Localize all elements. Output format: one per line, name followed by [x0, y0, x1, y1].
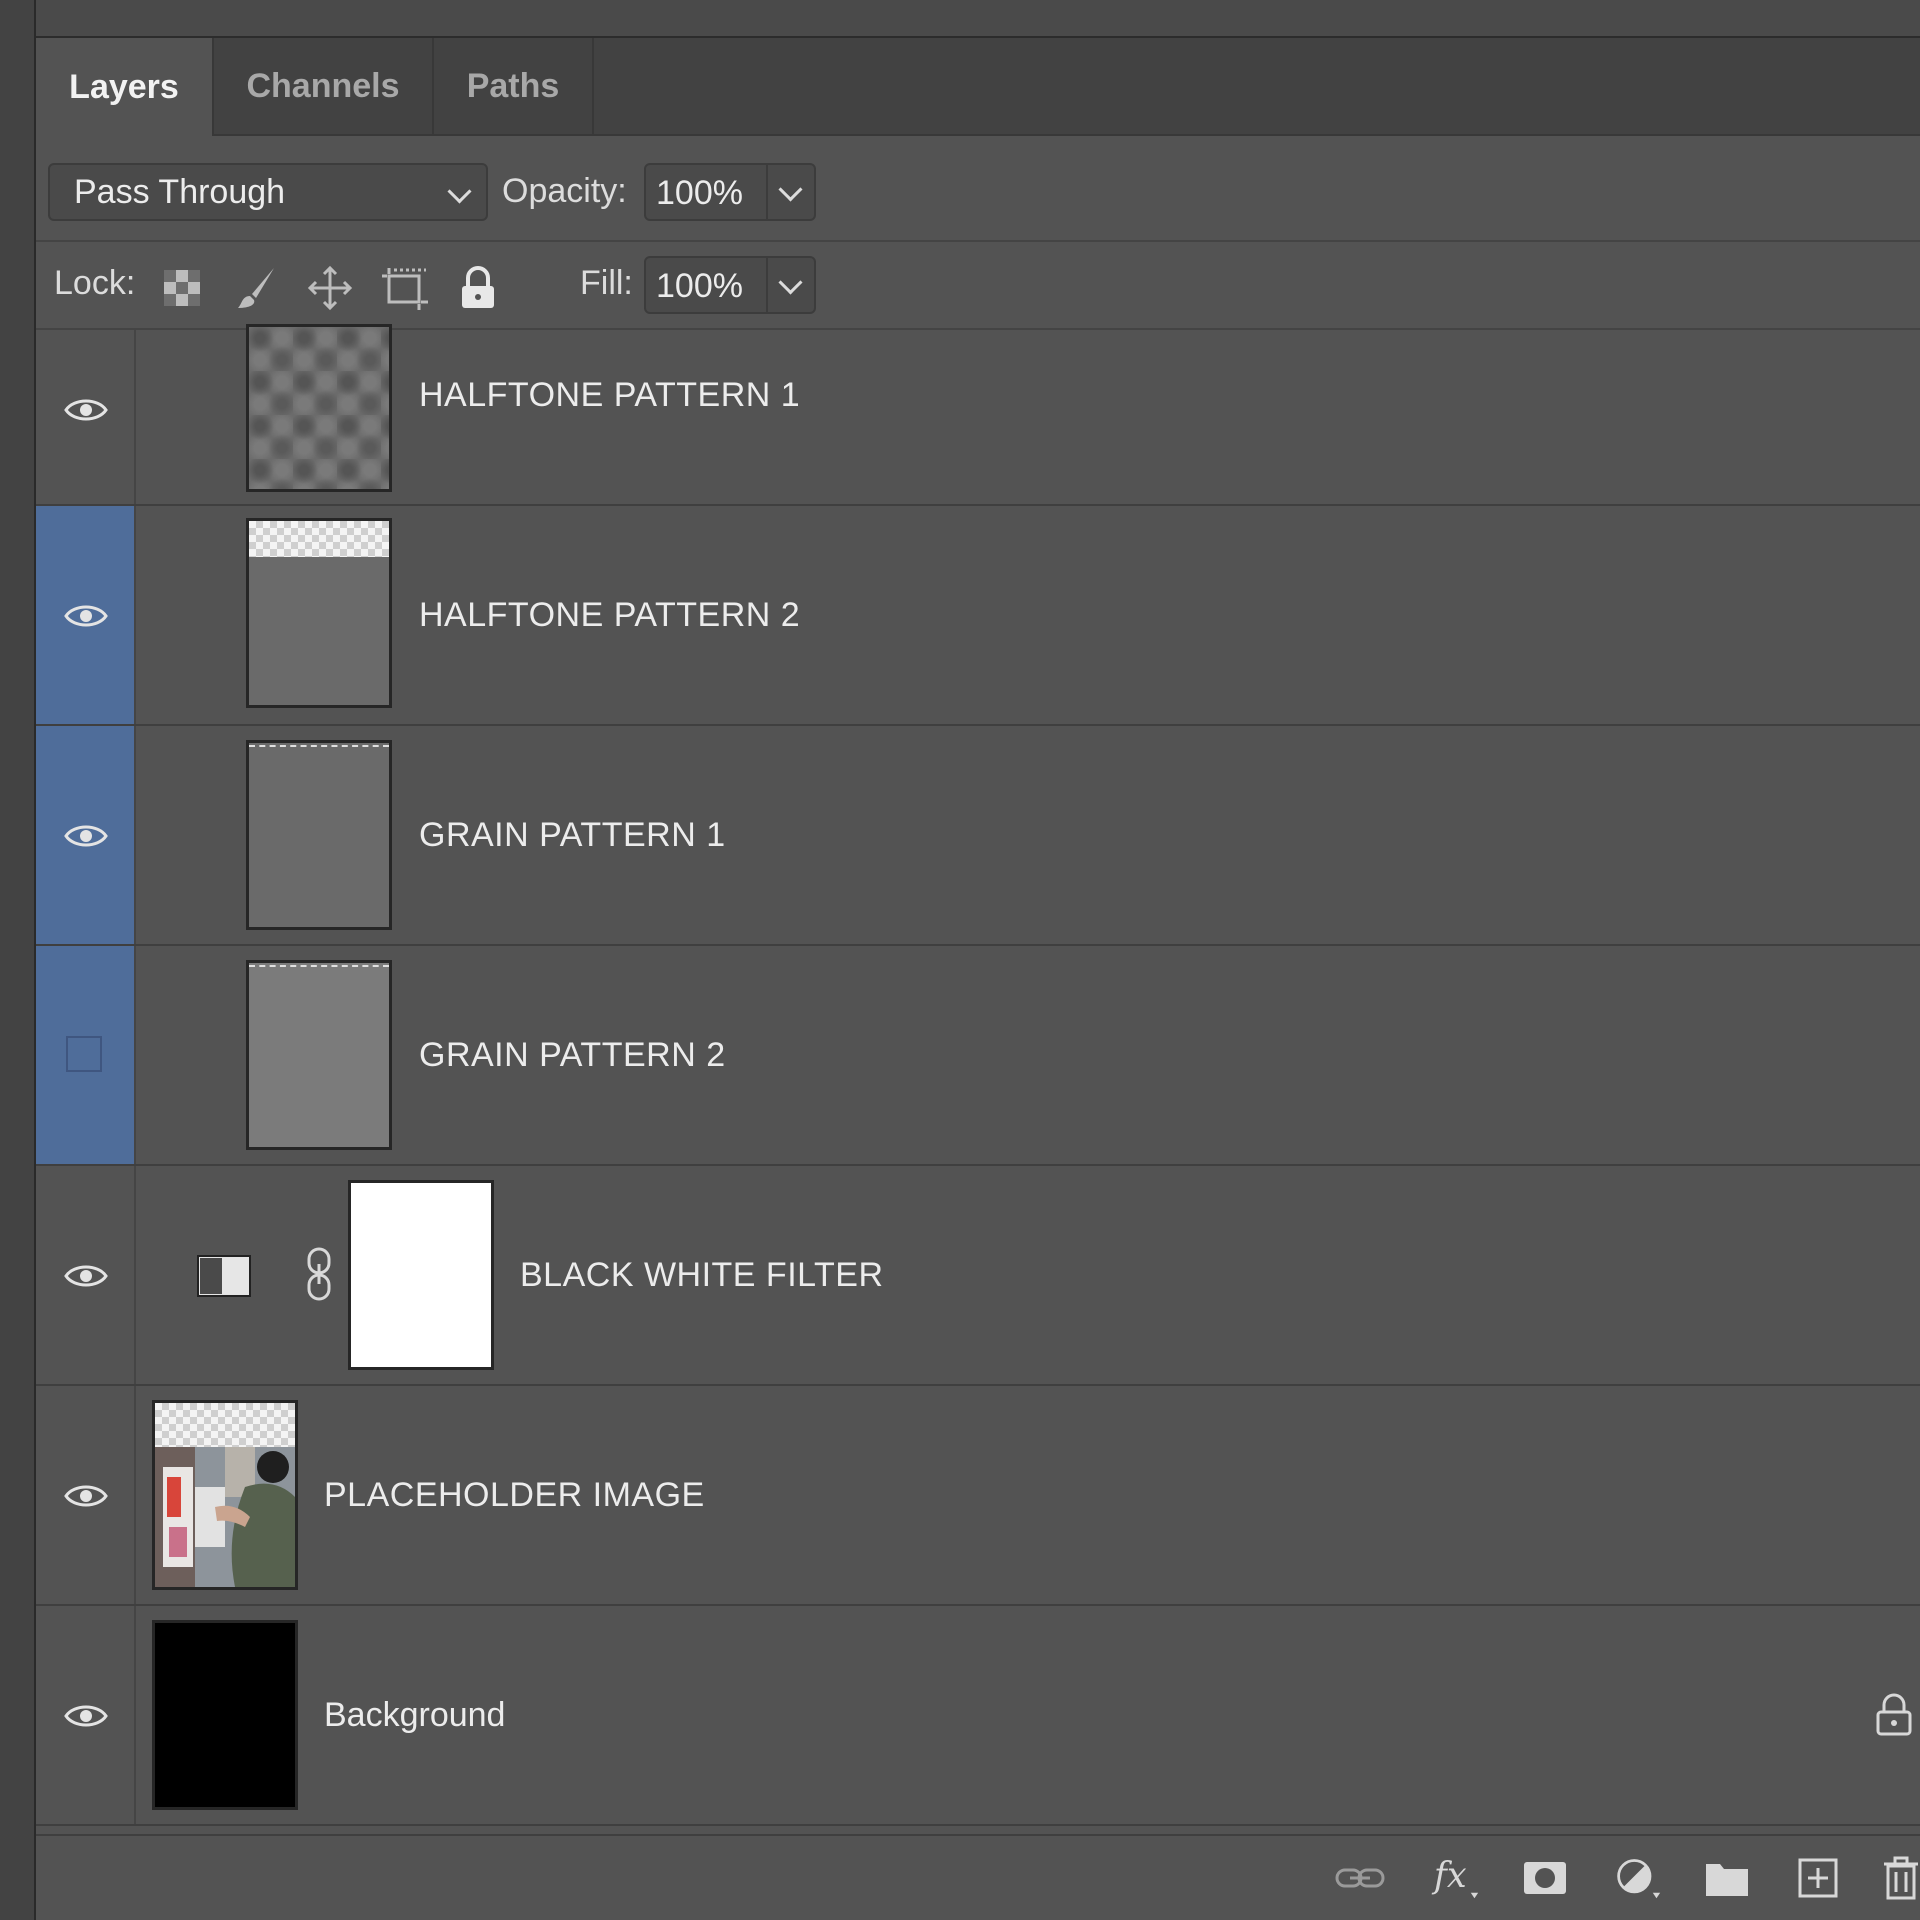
visibility-toggle[interactable]	[36, 506, 136, 724]
lock-position-icon[interactable]	[306, 264, 354, 312]
eye-icon[interactable]	[64, 1262, 108, 1290]
visibility-toggle[interactable]	[36, 946, 136, 1164]
layer-row[interactable]: BLACK WHITE FILTER	[36, 1166, 1920, 1386]
fill-value: 100%	[656, 267, 743, 305]
layer-row[interactable]: GRAIN PATTERN 1	[36, 726, 1920, 946]
svg-text:fx: fx	[1431, 1855, 1467, 1896]
eye-icon[interactable]	[64, 1702, 108, 1730]
tab-layers[interactable]: Layers	[36, 38, 214, 136]
layer-thumbnail	[152, 1620, 298, 1810]
layer-name[interactable]: GRAIN PATTERN 2	[419, 1036, 726, 1075]
delete-layer-icon[interactable]	[1882, 1854, 1920, 1902]
link-chain-icon[interactable]	[304, 1246, 334, 1302]
eye-icon[interactable]	[64, 822, 108, 850]
layer-name[interactable]: GRAIN PATTERN 1	[419, 816, 726, 855]
lock-transparent-pixels-icon[interactable]	[158, 264, 206, 312]
visibility-toggle[interactable]	[36, 1166, 136, 1384]
layer-row[interactable]: Background	[36, 1606, 1920, 1826]
layer-thumbnail	[246, 518, 392, 708]
lock-image-pixels-icon[interactable]	[232, 264, 280, 312]
layer-name[interactable]: BLACK WHITE FILTER	[520, 1256, 884, 1295]
eye-icon[interactable]	[64, 602, 108, 630]
lock-label: Lock:	[54, 264, 136, 302]
fill-label: Fill:	[580, 264, 633, 302]
layers-panel: Layers Channels Paths Pass Through Opaci…	[36, 38, 1920, 1920]
visibility-toggle[interactable]	[36, 1606, 136, 1824]
visibility-toggle[interactable]	[36, 330, 136, 504]
layer-mask-thumbnail[interactable]	[348, 1180, 494, 1370]
layer-row[interactable]: GRAIN PATTERN 2	[36, 946, 1920, 1166]
left-edge	[0, 0, 36, 1920]
chevron-down-icon[interactable]	[778, 177, 803, 202]
eye-icon[interactable]	[64, 1482, 108, 1510]
layer-thumbnail	[246, 324, 392, 492]
hidden-visibility-box[interactable]	[66, 1036, 102, 1072]
blend-mode-value: Pass Through	[74, 172, 286, 211]
layer-locked-icon[interactable]	[1874, 1692, 1914, 1736]
layer-name[interactable]: HALFTONE PATTERN 1	[419, 376, 800, 415]
lock-fill-row: Lock: Fill: 100%	[36, 242, 1920, 330]
layer-name[interactable]: HALFTONE PATTERN 2	[419, 596, 800, 635]
visibility-toggle[interactable]	[36, 1386, 136, 1604]
layer-thumbnail	[246, 960, 392, 1150]
layer-row[interactable]: PLACEHOLDER IMAGE	[36, 1386, 1920, 1606]
new-layer-icon[interactable]	[1794, 1854, 1842, 1902]
layer-thumbnail	[152, 1400, 298, 1590]
fill-field[interactable]: 100%	[644, 256, 816, 314]
visibility-toggle[interactable]	[36, 726, 136, 944]
blend-opacity-row: Pass Through Opacity: 100%	[36, 136, 1920, 242]
layers-list: HALFTONE PATTERN 1 HALFTONE PATTERN 2 GR…	[36, 324, 1920, 1872]
layer-name[interactable]: PLACEHOLDER IMAGE	[324, 1476, 705, 1515]
chevron-down-icon[interactable]	[778, 270, 803, 295]
new-group-icon[interactable]	[1702, 1854, 1752, 1902]
opacity-value: 100%	[656, 174, 743, 212]
opacity-label: Opacity:	[502, 172, 627, 210]
layer-row[interactable]: HALFTONE PATTERN 2	[36, 506, 1920, 726]
black-white-adjustment-icon	[197, 1255, 251, 1297]
layer-thumbnail	[246, 740, 392, 930]
panel-tabbar: Layers Channels Paths	[36, 38, 1920, 136]
blend-mode-select[interactable]: Pass Through	[48, 163, 488, 221]
tab-channels[interactable]: Channels	[214, 38, 434, 134]
layers-footer-toolbar: fx	[36, 1834, 1920, 1920]
adjustment-layer-icon[interactable]	[1610, 1854, 1666, 1902]
layer-name[interactable]: Background	[324, 1696, 505, 1735]
lock-artboard-icon[interactable]	[380, 264, 428, 312]
chevron-down-icon	[447, 179, 472, 204]
top-strip	[36, 0, 1920, 38]
fx-icon[interactable]: fx	[1428, 1854, 1484, 1902]
lock-all-icon[interactable]	[454, 264, 502, 312]
layer-row[interactable]: HALFTONE PATTERN 1	[36, 324, 1920, 506]
link-layers-icon[interactable]	[1334, 1854, 1386, 1902]
photo-thumbnail-image	[155, 1447, 295, 1587]
tab-paths[interactable]: Paths	[434, 38, 594, 134]
opacity-field[interactable]: 100%	[644, 163, 816, 221]
add-mask-icon[interactable]	[1520, 1854, 1570, 1902]
eye-icon[interactable]	[64, 396, 108, 424]
